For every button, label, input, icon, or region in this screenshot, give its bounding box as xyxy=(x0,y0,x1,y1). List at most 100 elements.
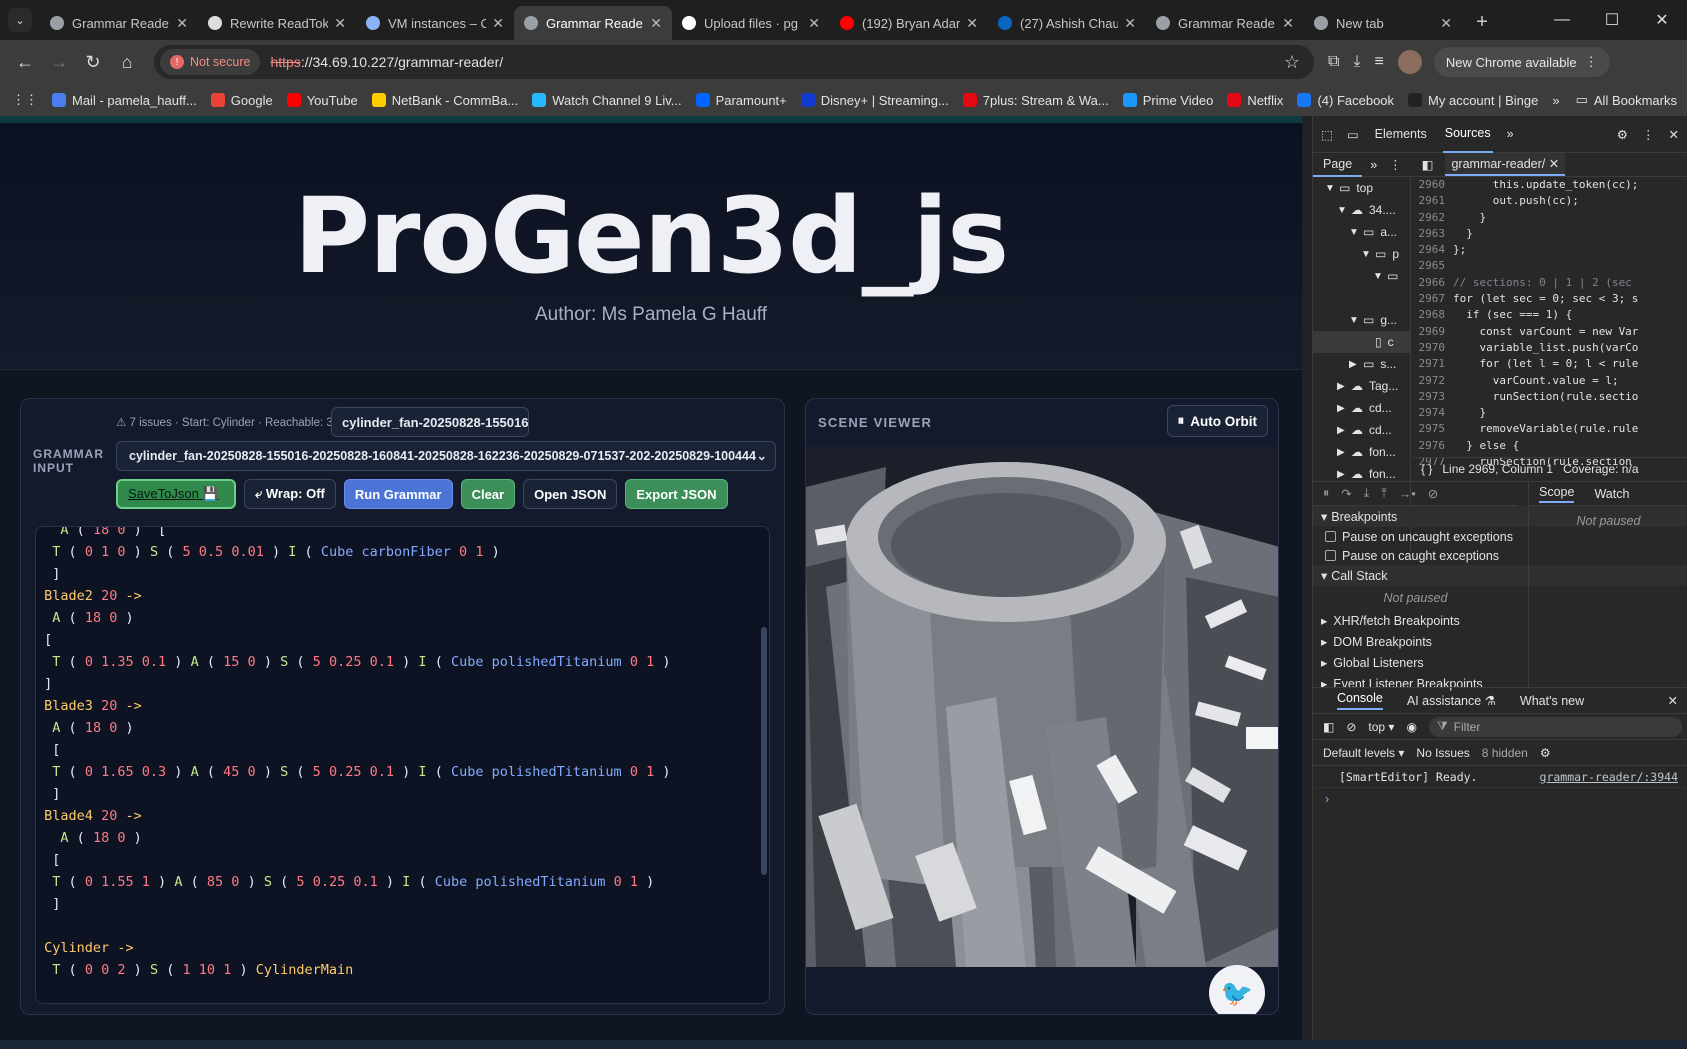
bookmark-item[interactable]: Prime Video xyxy=(1122,93,1213,108)
line-number[interactable]: 2964 xyxy=(1413,242,1453,258)
close-tab-icon[interactable]: ✕ xyxy=(808,15,820,32)
line-number[interactable]: 2962 xyxy=(1413,210,1453,226)
close-tab-icon[interactable]: ✕ xyxy=(176,15,188,32)
tree-node[interactable]: ▶ ☁ Tag... xyxy=(1313,375,1410,397)
close-tab-icon[interactable]: ✕ xyxy=(334,15,346,32)
source-line[interactable]: 2964}; xyxy=(1413,242,1687,258)
pause-resume-icon[interactable]: ⏸ xyxy=(1323,486,1329,501)
clear-button[interactable]: Clear xyxy=(460,479,516,509)
tab-search-icon[interactable]: ⌄ xyxy=(8,8,32,32)
new-chrome-button[interactable]: New Chrome available ⋮ xyxy=(1433,47,1610,77)
line-number[interactable]: 2963 xyxy=(1413,226,1453,242)
tree-node[interactable]: ▼ ▭ a... xyxy=(1313,221,1410,243)
grammar-editor[interactable]: A ( 18 0 ) [ T ( 0 1 0 ) S ( 5 0.5 0.01 … xyxy=(35,526,770,1004)
3d-scene-canvas[interactable] xyxy=(806,447,1279,967)
step-over-icon[interactable]: ↷ xyxy=(1341,486,1351,501)
step-out-icon[interactable]: ⤒ xyxy=(1381,486,1387,501)
new-tab-button[interactable]: + xyxy=(1468,8,1496,36)
bookmark-item[interactable]: NetBank - CommBa... xyxy=(371,93,518,108)
browser-tab[interactable]: (27) Ashish Chau ✕ xyxy=(988,6,1146,40)
tree-node[interactable]: ▶ ☁ fon... xyxy=(1313,441,1410,463)
back-icon[interactable]: ← xyxy=(8,45,42,79)
line-number[interactable]: 2965 xyxy=(1413,258,1453,274)
auto-orbit-button[interactable]: ⏸ Auto Orbit xyxy=(1166,405,1268,437)
tab-whats-new[interactable]: What's new xyxy=(1520,694,1584,708)
bookmark-item[interactable]: Google xyxy=(210,93,273,108)
tab-scope[interactable]: Scope xyxy=(1539,485,1575,503)
console-source-link[interactable]: grammar-reader/:3944 xyxy=(1540,770,1678,784)
address-bar[interactable]: ! Not secure https://34.69.10.227/gramma… xyxy=(154,45,1314,79)
tab-watch[interactable]: Watch xyxy=(1594,487,1629,501)
bookmark-item[interactable]: 7plus: Stream & Wa... xyxy=(962,93,1109,108)
run-grammar-button[interactable]: Run Grammar xyxy=(343,479,453,509)
source-line[interactable]: 2966// sections: 0 | 1 | 2 (sec xyxy=(1413,275,1687,291)
filter-input[interactable]: ⧩ Filter xyxy=(1428,716,1682,737)
tree-node[interactable]: ▼ ☁ 34.... xyxy=(1313,199,1410,221)
settings-gear-icon[interactable]: ⚙ xyxy=(1617,127,1628,142)
inspect-icon[interactable]: ⬚ xyxy=(1321,127,1333,142)
source-line[interactable]: 2971 for (let l = 0; l < rule xyxy=(1413,356,1687,372)
close-tab-icon[interactable]: ✕ xyxy=(966,15,978,32)
source-line[interactable]: 2974 } xyxy=(1413,405,1687,421)
bookmark-star-icon[interactable]: ☆ xyxy=(1284,52,1300,73)
source-line[interactable]: 2970 variable_list.push(varCo xyxy=(1413,340,1687,356)
issues-count[interactable]: No Issues xyxy=(1416,746,1469,760)
tree-node[interactable] xyxy=(1313,287,1410,309)
tab-page[interactable]: Page xyxy=(1313,153,1363,177)
tree-node[interactable]: ▶ ☁ cd... xyxy=(1313,397,1410,419)
open-json-button[interactable]: Open JSON xyxy=(523,479,618,509)
toggle-sidebar-icon[interactable]: ◧ xyxy=(1422,157,1434,172)
more-navigators-icon[interactable]: » xyxy=(1370,158,1377,172)
source-line[interactable]: 2975 removeVariable(rule.rule xyxy=(1413,421,1687,437)
tree-node[interactable]: ▼ ▭ g... xyxy=(1313,309,1410,331)
profile-avatar[interactable] xyxy=(1397,50,1422,74)
browser-tab[interactable]: Rewrite ReadTok ✕ xyxy=(198,6,356,40)
step-icon[interactable]: →• xyxy=(1399,487,1416,501)
line-number[interactable]: 2973 xyxy=(1413,389,1453,405)
tree-node[interactable]: ▼ ▭ p xyxy=(1313,243,1410,265)
maximize-icon[interactable]: ☐ xyxy=(1587,0,1637,40)
more-tabs-icon[interactable]: » xyxy=(1507,127,1514,141)
line-number[interactable]: 2971 xyxy=(1413,356,1453,372)
tab-sources[interactable]: Sources xyxy=(1442,116,1493,153)
browser-tab[interactable]: Grammar Reade ✕ xyxy=(40,6,198,40)
all-bookmarks[interactable]: ▭ All Bookmarks xyxy=(1576,92,1677,108)
browser-tab[interactable]: Grammar Reade ✕ xyxy=(514,6,672,40)
issues-summary[interactable]: ⚠ 7 issues · Start: Cylinder · Reachable… xyxy=(116,415,333,429)
file-tab[interactable]: grammar-reader/ ✕ xyxy=(1445,153,1566,176)
reload-icon[interactable]: ↻ xyxy=(76,45,110,79)
line-number[interactable]: 2960 xyxy=(1413,177,1453,193)
bookmark-item[interactable]: Paramount+ xyxy=(695,93,787,108)
line-number[interactable]: 2966 xyxy=(1413,275,1453,291)
navigator-menu-icon[interactable]: ⋮ xyxy=(1389,157,1402,172)
line-number[interactable]: 2967 xyxy=(1413,291,1453,307)
source-line[interactable]: 2962 } xyxy=(1413,210,1687,226)
extensions-icon[interactable]: ⧉ xyxy=(1328,53,1339,71)
download-icon[interactable]: ⤓ xyxy=(1353,53,1360,71)
close-drawer-icon[interactable]: ✕ xyxy=(1668,693,1678,708)
wrap-toggle-button[interactable]: ⤶ Wrap: Off xyxy=(244,479,336,509)
save-to-json-button[interactable]: SaveToJson 💾 xyxy=(116,479,236,509)
close-devtools-icon[interactable]: ✕ xyxy=(1669,127,1679,142)
clear-console-icon[interactable]: ⊘ xyxy=(1346,720,1356,734)
browser-tab[interactable]: (192) Bryan Adar ✕ xyxy=(830,6,988,40)
source-line[interactable]: 2960 this.update_token(cc); xyxy=(1413,177,1687,193)
braces-icon[interactable]: { } xyxy=(1421,462,1432,476)
tab-ai-assistance[interactable]: AI assistance ⚗ xyxy=(1407,693,1496,708)
close-tab-icon[interactable]: ✕ xyxy=(1440,15,1452,32)
tree-node[interactable]: ▯ c xyxy=(1313,331,1410,353)
source-line[interactable]: 2965 xyxy=(1413,258,1687,274)
tree-node[interactable]: ▶ ☁ cd... xyxy=(1313,419,1410,441)
source-line[interactable]: 2972 varCount.value = l; xyxy=(1413,373,1687,389)
source-line[interactable]: 2976 } else { xyxy=(1413,438,1687,454)
device-toggle-icon[interactable]: ▭ xyxy=(1347,127,1359,142)
assistant-bird-icon[interactable]: 🐦 xyxy=(1209,965,1265,1014)
deactivate-breakpoints-icon[interactable]: ⊘ xyxy=(1428,486,1438,501)
bookmark-item[interactable]: (4) Facebook xyxy=(1297,93,1394,108)
browser-tab[interactable]: New tab ✕ xyxy=(1304,6,1462,40)
kebab-menu-icon[interactable]: ⋮ xyxy=(1642,127,1655,142)
line-number[interactable]: 2969 xyxy=(1413,324,1453,340)
levels-select[interactable]: Default levels ▾ xyxy=(1323,746,1404,760)
line-number[interactable]: 2976 xyxy=(1413,438,1453,454)
bookmark-item[interactable]: Netflix xyxy=(1227,93,1283,108)
